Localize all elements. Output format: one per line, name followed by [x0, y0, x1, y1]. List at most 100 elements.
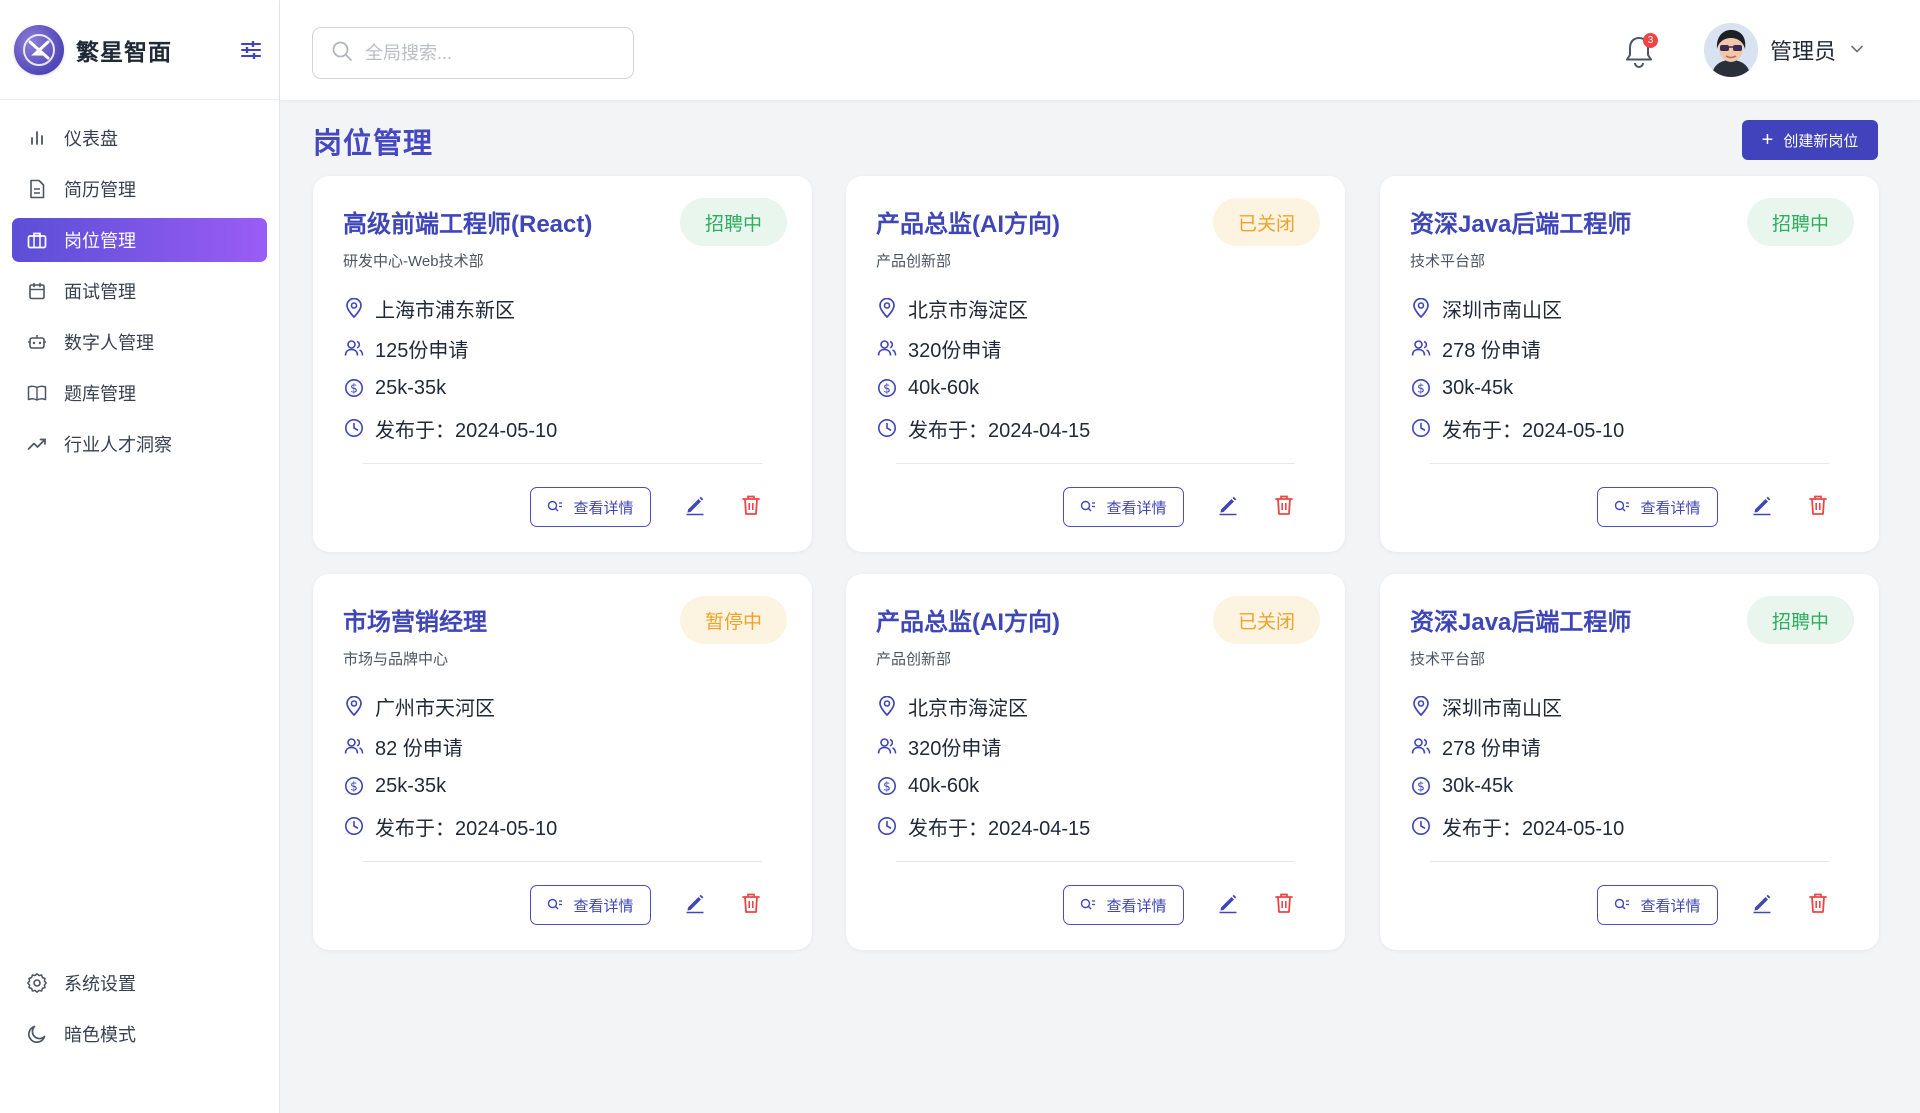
svg-text:$: $	[350, 779, 358, 793]
position-applications: 82 份申请	[343, 726, 557, 766]
status-badge: 已关闭	[1213, 596, 1320, 644]
edit-button[interactable]	[1215, 892, 1241, 918]
sidebar-item-label: 仪表盘	[64, 129, 118, 149]
briefcase-icon	[26, 229, 48, 251]
published-text: 发布于：2024-04-15	[908, 817, 1091, 840]
trash-icon	[1808, 494, 1828, 521]
salary-text: 40k-60k	[908, 376, 980, 399]
view-details-button[interactable]: 查看详情	[1063, 487, 1184, 527]
view-details-label: 查看详情	[1640, 897, 1701, 915]
edit-button[interactable]	[682, 494, 708, 520]
search-list-icon	[547, 500, 563, 514]
location-text: 北京市海淀区	[908, 697, 1028, 720]
status-badge: 招聘中	[680, 198, 787, 246]
position-card: 产品总监(AI方向) 已关闭 产品创新部 北京市海淀区 320份申请 $ 40k…	[846, 176, 1345, 552]
delete-button[interactable]	[1805, 892, 1831, 918]
position-card: 资深Java后端工程师 招聘中 技术平台部 深圳市南山区 278 份申请 $ 3…	[1380, 574, 1879, 950]
view-details-button[interactable]: 查看详情	[1063, 885, 1184, 925]
card-divider	[896, 861, 1295, 862]
sidebar-item-label: 岗位管理	[64, 231, 136, 251]
notification-button[interactable]: 3	[1622, 33, 1658, 70]
position-department: 市场与品牌中心	[343, 651, 449, 668]
svg-text:$: $	[350, 381, 358, 395]
view-details-button[interactable]: 查看详情	[530, 487, 651, 527]
brand: 繁星智面	[0, 0, 279, 100]
sidebar-item-settings[interactable]: 系统设置	[12, 961, 267, 1005]
status-badge: 招聘中	[1747, 198, 1854, 246]
svg-text:$: $	[883, 779, 891, 793]
search-input[interactable]	[365, 42, 605, 64]
position-department: 技术平台部	[1410, 651, 1486, 668]
position-title: 资深Java后端工程师	[1410, 211, 1632, 238]
delete-button[interactable]	[1805, 494, 1831, 520]
card-divider	[896, 463, 1295, 464]
delete-button[interactable]	[738, 494, 764, 520]
sidebar-item-digital-humans[interactable]: 数字人管理	[12, 320, 267, 364]
search-list-icon	[547, 898, 563, 912]
sidebar-bottom: 系统设置 暗色模式	[0, 961, 279, 1063]
position-published: 发布于：2024-05-10	[1410, 408, 1624, 448]
sidebar-item-resumes[interactable]: 简历管理	[12, 167, 267, 211]
location-pin-icon	[343, 695, 365, 717]
position-title: 产品总监(AI方向)	[876, 609, 1060, 636]
salary-text: 25k-35k	[375, 376, 447, 399]
create-position-button[interactable]: + 创建新岗位	[1742, 120, 1878, 160]
position-location: 深圳市南山区	[1410, 686, 1624, 726]
robot-icon	[26, 331, 48, 353]
position-location: 上海市浦东新区	[343, 288, 557, 328]
salary-text: 30k-45k	[1442, 376, 1514, 399]
delete-button[interactable]	[1271, 892, 1297, 918]
salary-text: 30k-45k	[1442, 774, 1514, 797]
search-icon	[331, 40, 353, 67]
page-title: 岗位管理	[313, 128, 434, 160]
global-search[interactable]	[312, 27, 634, 79]
edit-button[interactable]	[1215, 494, 1241, 520]
sidebar-item-question-bank[interactable]: 题库管理	[12, 371, 267, 415]
status-badge: 招聘中	[1747, 596, 1854, 644]
view-details-label: 查看详情	[573, 897, 634, 915]
position-location: 深圳市南山区	[1410, 288, 1624, 328]
dollar-circle-icon: $	[876, 377, 898, 399]
clock-icon	[343, 815, 365, 837]
position-location: 广州市天河区	[343, 686, 557, 726]
sidebar-item-label: 面试管理	[64, 282, 136, 302]
sidebar-item-positions[interactable]: 岗位管理	[12, 218, 267, 262]
sidebar-item-insights[interactable]: 行业人才洞察	[12, 422, 267, 466]
delete-button[interactable]	[1271, 494, 1297, 520]
svg-text:$: $	[1417, 779, 1425, 793]
position-salary: $ 40k-60k	[876, 766, 1090, 806]
edit-button[interactable]	[1749, 892, 1775, 918]
published-text: 发布于：2024-04-15	[908, 419, 1091, 442]
sidebar-item-dashboard[interactable]: 仪表盘	[12, 116, 267, 160]
position-published: 发布于：2024-04-15	[876, 806, 1090, 846]
delete-button[interactable]	[738, 892, 764, 918]
edit-button[interactable]	[682, 892, 708, 918]
salary-text: 25k-35k	[375, 774, 447, 797]
position-department: 研发中心-Web技术部	[343, 253, 484, 270]
position-title: 市场营销经理	[343, 609, 487, 636]
sidebar-item-dark-mode[interactable]: 暗色模式	[12, 1012, 267, 1056]
position-card: 产品总监(AI方向) 已关闭 产品创新部 北京市海淀区 320份申请 $ 40k…	[846, 574, 1345, 950]
applications-text: 125份申请	[375, 339, 469, 362]
user-menu[interactable]: 管理员	[1704, 22, 1864, 78]
sidebar-item-label: 行业人才洞察	[64, 435, 172, 455]
search-list-icon	[1614, 898, 1630, 912]
location-text: 北京市海淀区	[908, 299, 1028, 322]
position-title: 产品总监(AI方向)	[876, 211, 1060, 238]
sidebar-toggle-icon[interactable]	[237, 36, 265, 64]
dollar-circle-icon: $	[343, 775, 365, 797]
position-salary: $ 40k-60k	[876, 368, 1090, 408]
published-text: 发布于：2024-05-10	[1442, 817, 1625, 840]
applications-text: 320份申请	[908, 737, 1002, 760]
view-details-button[interactable]: 查看详情	[530, 885, 651, 925]
card-divider	[1430, 861, 1829, 862]
edit-button[interactable]	[1749, 494, 1775, 520]
sidebar-item-interviews[interactable]: 面试管理	[12, 269, 267, 313]
view-details-button[interactable]: 查看详情	[1597, 487, 1718, 527]
sidebar: 繁星智面 仪表盘 简历管理 岗位管理 面试管理 数字人管理 题库管理 行业人才洞…	[0, 0, 280, 1113]
avatar	[1704, 23, 1758, 77]
position-department: 产品创新部	[876, 253, 952, 270]
position-salary: $ 30k-45k	[1410, 766, 1624, 806]
view-details-button[interactable]: 查看详情	[1597, 885, 1718, 925]
search-list-icon	[1080, 500, 1096, 514]
